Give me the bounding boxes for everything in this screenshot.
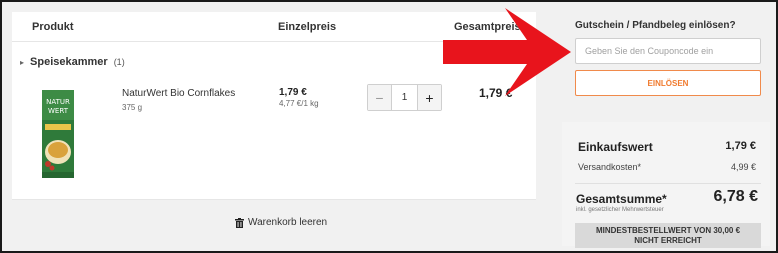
decrease-quantity-button[interactable]: − bbox=[368, 85, 392, 110]
shipping-label: Versandkosten* bbox=[578, 162, 642, 172]
product-image[interactable]: NATUR WERT bbox=[42, 90, 74, 178]
subtotal-label: Einkaufswert bbox=[578, 140, 653, 154]
quantity-stepper: − 1 + bbox=[367, 84, 442, 111]
red-arrow-annotation bbox=[443, 8, 571, 96]
product-image-text-1: NATUR bbox=[46, 98, 70, 106]
header-product: Produkt bbox=[32, 21, 74, 33]
minimum-order-line-2: NICHT ERREICHT bbox=[634, 236, 702, 245]
trash-icon bbox=[235, 217, 244, 228]
header-unit-price: Einzelpreis bbox=[278, 21, 337, 33]
plus-icon: + bbox=[425, 89, 434, 106]
shipping-value: 4,99 € bbox=[730, 162, 756, 172]
product-weight: 375 g bbox=[122, 103, 143, 112]
minimum-order-line-1: MINDESTBESTELLWERT VON 30,00 € bbox=[595, 226, 741, 235]
minus-icon: − bbox=[375, 89, 384, 106]
quantity-value[interactable]: 1 bbox=[392, 85, 417, 110]
base-price: 4,77 €/1 kg bbox=[279, 99, 319, 108]
unit-price: 1,79 € bbox=[279, 87, 307, 98]
tax-note: inkl. gesetzlicher Mehrwertsteuer bbox=[576, 207, 664, 213]
minimum-order-notice: MINDESTBESTELLWERT VON 30,00 € NICHT ERR… bbox=[575, 223, 761, 248]
product-name[interactable]: NaturWert Bio Cornflakes bbox=[122, 88, 235, 99]
clear-cart-link[interactable]: Warenkorb leeren bbox=[235, 217, 327, 228]
redeem-coupon-button[interactable]: EINLÖSEN bbox=[575, 70, 761, 96]
product-image-text-2: WERT bbox=[48, 107, 69, 115]
category-toggle[interactable]: ▸ Speisekammer (1) bbox=[20, 56, 125, 68]
grand-total-label: Gesamtsumme* bbox=[576, 192, 667, 206]
summary-divider bbox=[575, 183, 761, 184]
category-name: Speisekammer bbox=[30, 56, 108, 68]
coupon-title: Gutschein / Pfandbeleg einlösen? bbox=[575, 20, 736, 31]
grand-total-value: 6,78 € bbox=[713, 188, 758, 205]
category-count: (1) bbox=[113, 57, 125, 67]
clear-cart-label: Warenkorb leeren bbox=[248, 217, 328, 228]
coupon-code-input[interactable] bbox=[575, 38, 761, 64]
subtotal-value: 1,79 € bbox=[725, 140, 756, 152]
chevron-right-icon: ▸ bbox=[20, 57, 25, 67]
increase-quantity-button[interactable]: + bbox=[417, 85, 441, 110]
